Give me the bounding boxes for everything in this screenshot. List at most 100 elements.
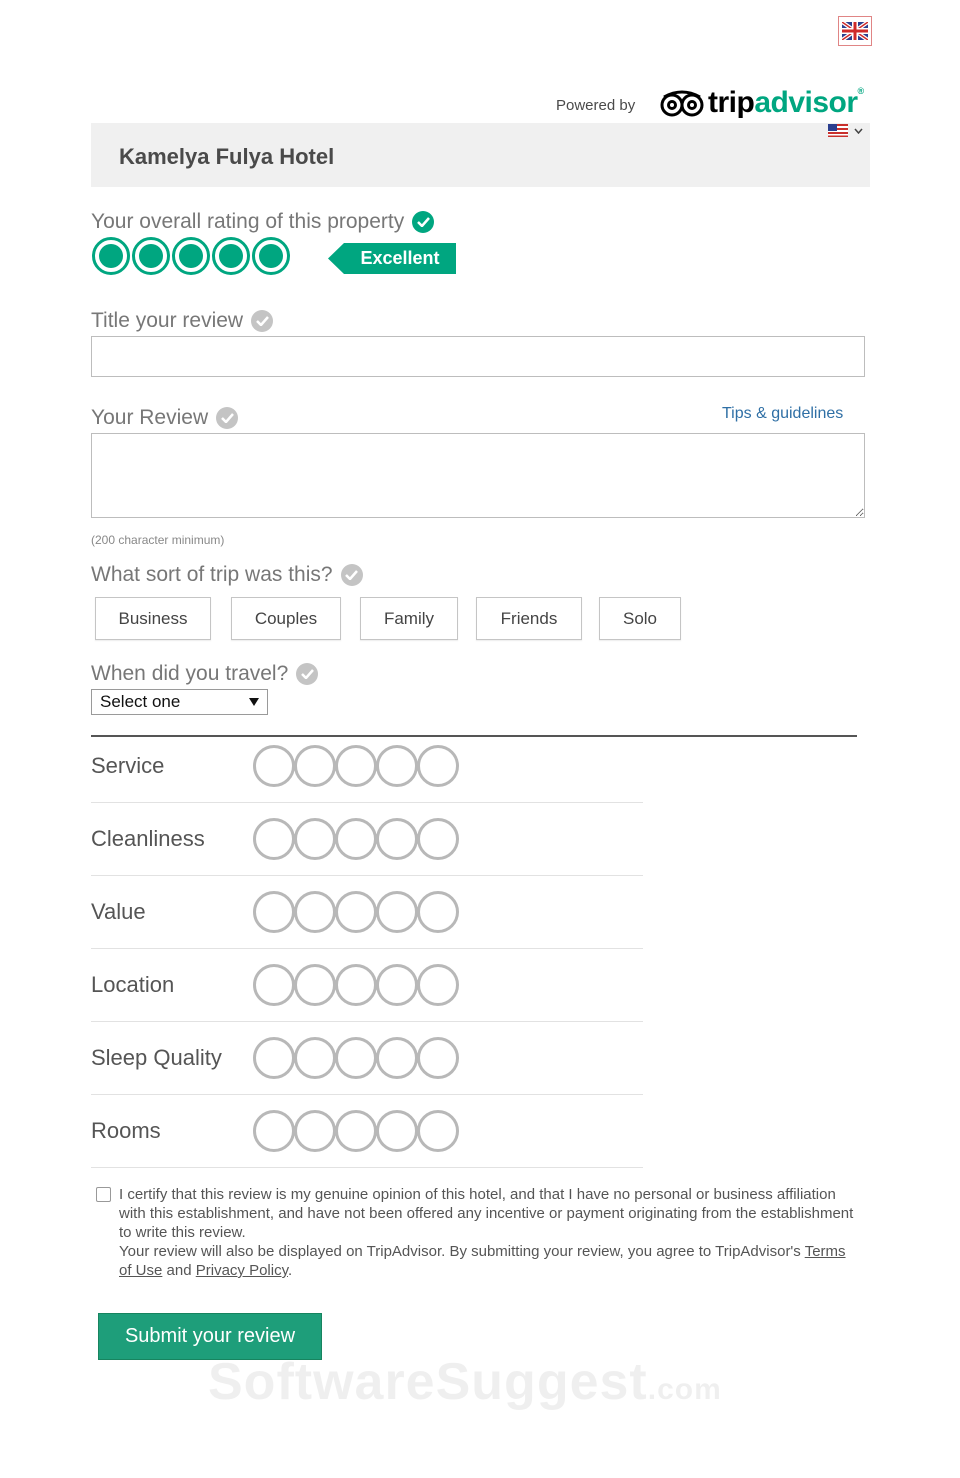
tripadvisor-logo[interactable]: tripadvisor® <box>660 86 864 120</box>
rating-bubble-5[interactable] <box>252 237 290 275</box>
review-label: Your Review <box>91 406 239 430</box>
character-minimum-note: (200 character minimum) <box>91 533 225 547</box>
rating-bubble[interactable] <box>335 817 377 860</box>
overall-rating-text: Your overall rating of this property <box>91 210 405 233</box>
rating-bubble[interactable] <box>335 1036 377 1079</box>
rating-bubble[interactable] <box>417 1109 459 1152</box>
check-icon <box>216 407 239 429</box>
travel-date-select[interactable]: Select one <box>91 689 268 715</box>
rating-bubble[interactable] <box>335 963 377 1006</box>
trip-type-friends-button[interactable]: Friends <box>476 597 582 640</box>
rating-bubble[interactable] <box>253 1036 295 1079</box>
rating-bubbles[interactable] <box>253 744 459 787</box>
rating-bubbles[interactable] <box>253 817 459 860</box>
rating-bubble[interactable] <box>417 817 459 860</box>
brand-text-trip: trip <box>708 86 755 119</box>
rating-bubble[interactable] <box>253 817 295 860</box>
rating-row-sleep-quality: Sleep Quality <box>91 1021 643 1095</box>
rating-bubble[interactable] <box>376 963 418 1006</box>
rating-bubble-4[interactable] <box>212 237 250 275</box>
rating-bubble[interactable] <box>294 1109 336 1152</box>
uk-flag-icon <box>842 22 868 40</box>
check-icon <box>412 211 435 233</box>
title-label: Title your review <box>91 309 274 333</box>
certify-section: I certify that this review is my genuine… <box>96 1185 856 1280</box>
rating-bubble[interactable] <box>417 744 459 787</box>
trip-type-solo-button[interactable]: Solo <box>599 597 681 640</box>
agreement-end: . <box>287 1262 293 1279</box>
rating-bubble[interactable] <box>253 890 295 933</box>
overall-rating-bubbles[interactable] <box>92 237 290 275</box>
rating-bubble[interactable] <box>294 963 336 1006</box>
trip-type-label-text: What sort of trip was this? <box>91 563 333 586</box>
rating-name: Sleep Quality <box>91 1044 222 1070</box>
rating-bubbles[interactable] <box>253 890 459 933</box>
rating-bubbles[interactable] <box>253 1109 459 1152</box>
rating-bubble[interactable] <box>335 744 377 787</box>
rating-bubble[interactable] <box>417 1036 459 1079</box>
rating-bubble[interactable] <box>253 963 295 1006</box>
rating-bubble[interactable] <box>376 817 418 860</box>
overall-rating-label: Your overall rating of this property <box>91 210 435 234</box>
rating-bubble-2[interactable] <box>132 237 170 275</box>
rating-bubble[interactable] <box>253 1109 295 1152</box>
rating-bubble[interactable] <box>294 744 336 787</box>
certify-checkbox[interactable] <box>96 1187 111 1202</box>
locale-selector[interactable] <box>828 124 863 137</box>
rating-bubble[interactable] <box>376 890 418 933</box>
rating-bubbles[interactable] <box>253 1036 459 1079</box>
review-textarea[interactable] <box>91 433 865 518</box>
language-flag-button[interactable] <box>838 16 872 46</box>
review-label-text: Your Review <box>91 406 209 429</box>
trip-type-business-button[interactable]: Business <box>95 597 211 640</box>
rating-bubble[interactable] <box>253 744 295 787</box>
title-label-text: Title your review <box>91 309 244 332</box>
trip-type-label: What sort of trip was this? <box>91 563 363 587</box>
certify-agreement: Your review will also be displayed on Tr… <box>119 1242 856 1280</box>
check-icon <box>296 663 319 685</box>
review-title-input[interactable] <box>91 336 865 377</box>
trip-type-family-button[interactable]: Family <box>360 597 458 640</box>
check-icon <box>340 564 363 586</box>
travel-date-label: When did you travel? <box>91 662 319 686</box>
rating-bubble[interactable] <box>294 817 336 860</box>
rating-name: Value <box>91 898 146 924</box>
trip-type-couples-button[interactable]: Couples <box>231 597 341 640</box>
agreement-text: Your review will also be displayed on Tr… <box>119 1243 801 1260</box>
rating-bubble[interactable] <box>376 1109 418 1152</box>
tips-guidelines-link[interactable]: Tips & guidelines <box>722 405 843 423</box>
rating-bubble[interactable] <box>294 890 336 933</box>
privacy-policy-link[interactable]: Privacy Policy <box>196 1262 288 1279</box>
rating-bubble[interactable] <box>376 744 418 787</box>
rating-bubble[interactable] <box>376 1036 418 1079</box>
us-flag-icon <box>828 124 848 137</box>
brand-registered-mark: ® <box>857 86 865 96</box>
rating-bubble-1[interactable] <box>92 237 130 275</box>
powered-by-text: Powered by <box>556 97 636 114</box>
rating-row-cleanliness: Cleanliness <box>91 802 643 876</box>
watermark-suffix: .com <box>647 1373 722 1406</box>
rating-bubbles[interactable] <box>253 963 459 1006</box>
rating-tag: Excellent <box>328 243 456 279</box>
travel-date-selected-value: Select one <box>100 692 181 711</box>
owl-icon <box>660 90 704 117</box>
rating-bubble[interactable] <box>335 890 377 933</box>
rating-bubble[interactable] <box>417 890 459 933</box>
rating-bubble[interactable] <box>417 963 459 1006</box>
rating-row-value: Value <box>91 875 643 949</box>
rating-row-rooms: Rooms <box>91 1094 643 1168</box>
rating-tag-text: Excellent <box>360 248 440 268</box>
rating-name: Rooms <box>91 1117 161 1143</box>
watermark-main: SoftwareSuggest <box>208 1353 648 1411</box>
certify-text: I certify that this review is my genuine… <box>119 1185 856 1280</box>
certify-statement: I certify that this review is my genuine… <box>119 1186 854 1241</box>
rating-row-service: Service <box>91 729 643 803</box>
rating-name: Service <box>91 752 165 778</box>
rating-bubble[interactable] <box>294 1036 336 1079</box>
brand-text-advisor: advisor <box>754 86 858 119</box>
dropdown-arrow-icon <box>249 698 259 706</box>
rating-row-location: Location <box>91 948 643 1022</box>
rating-bubble-3[interactable] <box>172 237 210 275</box>
rating-name: Cleanliness <box>91 825 205 851</box>
rating-bubble[interactable] <box>335 1109 377 1152</box>
